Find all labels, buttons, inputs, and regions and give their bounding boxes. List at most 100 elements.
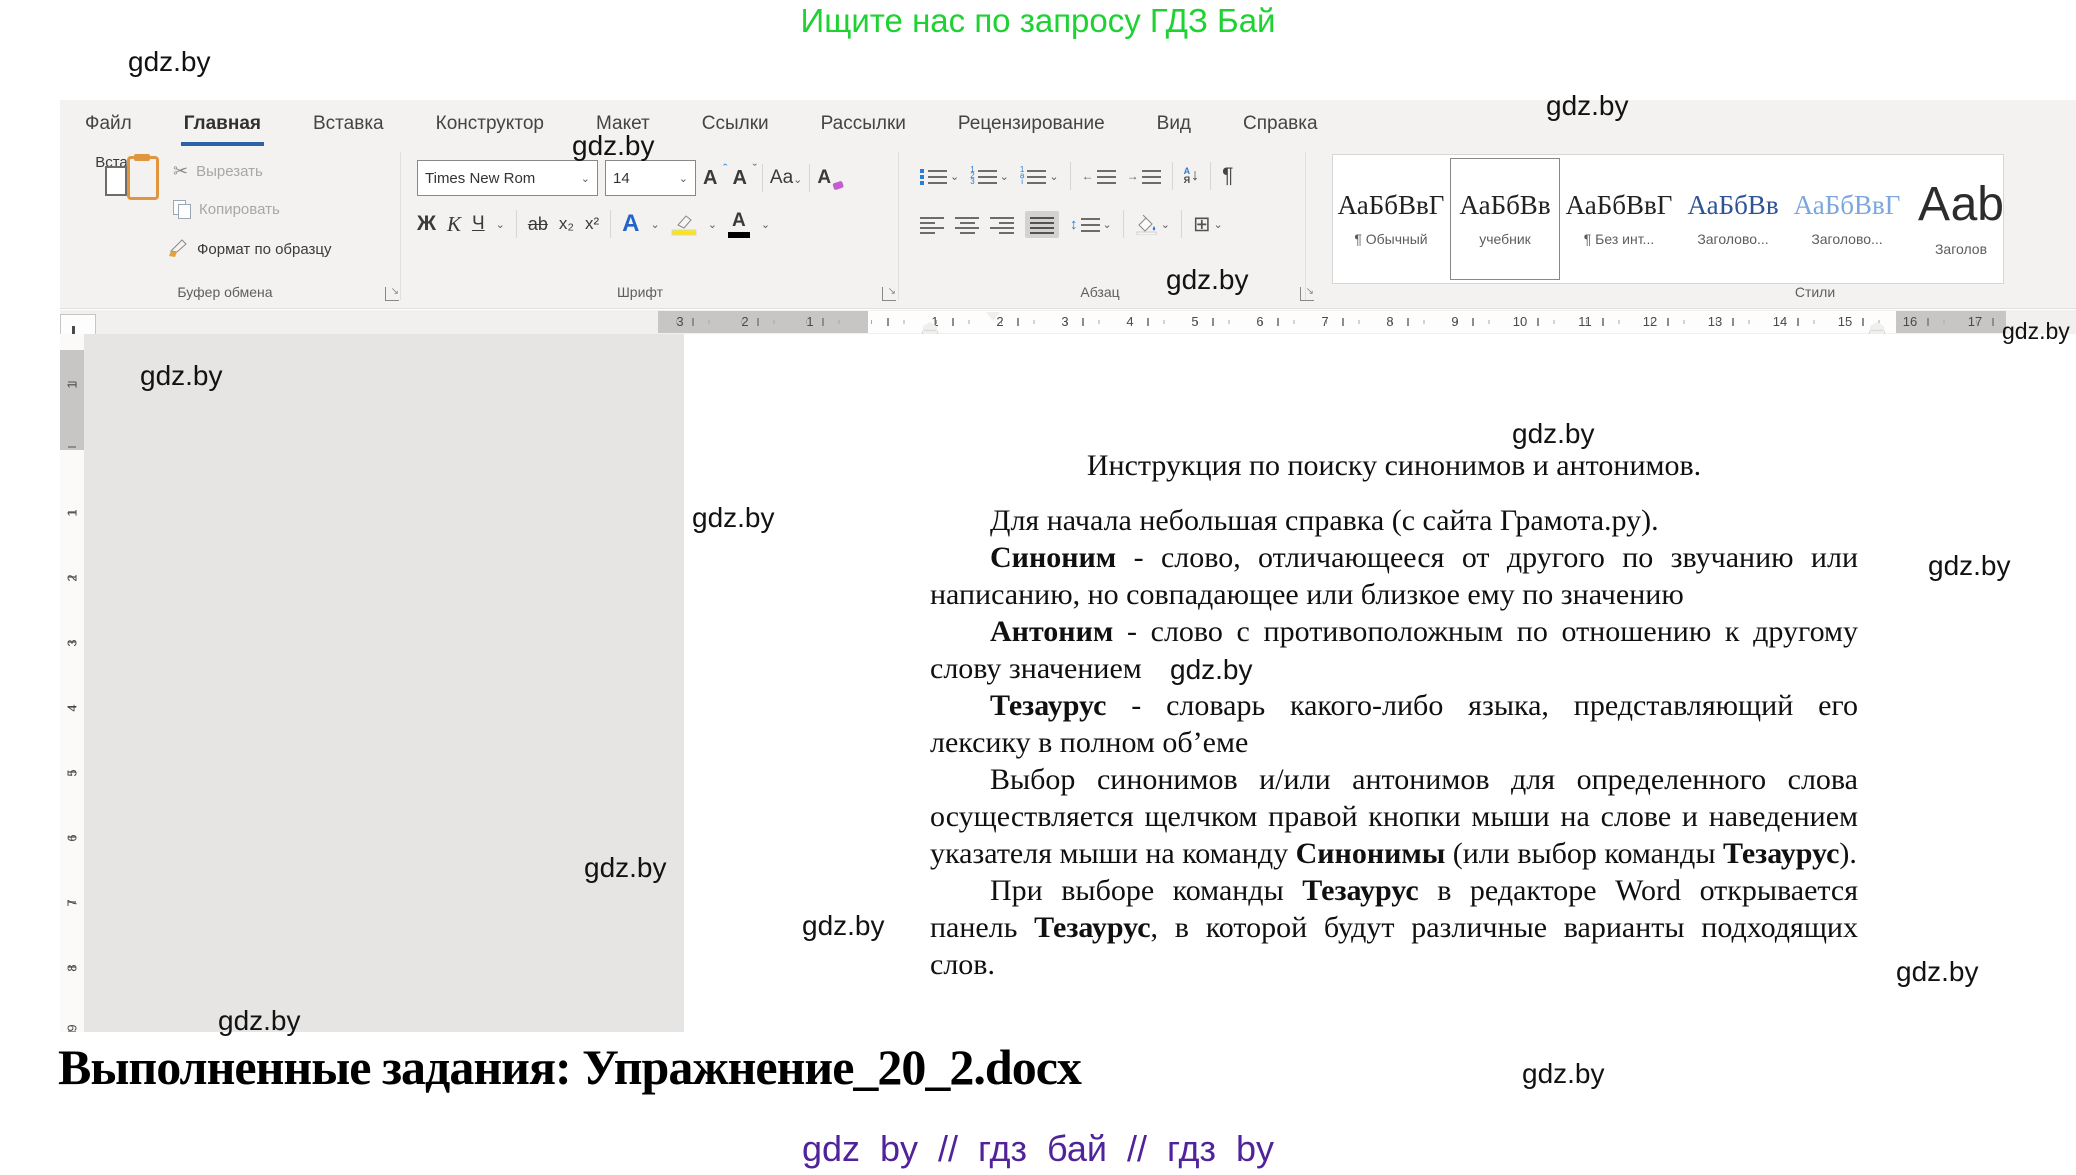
chevron-down-icon[interactable]: ⌄ (1000, 170, 1009, 183)
borders-button[interactable]: ⊞ ⌄ (1193, 212, 1223, 237)
ruler-number: 7 (65, 899, 80, 906)
style-item[interactable]: АаБбВв Заголово... (1677, 157, 1789, 281)
chevron-down-icon[interactable]: ⌄ (1103, 218, 1112, 231)
divider (1172, 162, 1173, 190)
shading-button[interactable]: ⌄ (1135, 214, 1170, 235)
font-color-swatch (728, 232, 750, 238)
style-item[interactable]: АаБбВвГ ¶ Без инт... (1563, 157, 1675, 281)
decrease-indent-button[interactable]: ← (1082, 168, 1116, 185)
document-title[interactable]: Инструкция по поиску синонимов и антоним… (930, 447, 1858, 484)
paragraph[interactable]: При выборе команды Тезаурус в редакторе … (930, 872, 1858, 983)
style-item[interactable]: Ааb Заголов (1905, 157, 2004, 281)
chevron-down-icon[interactable]: ⌄ (761, 218, 770, 231)
style-item[interactable]: АаБбВвГ ¶ Обычный (1335, 157, 1447, 281)
numbered-list-button[interactable]: 123 ⌄ (970, 167, 1009, 185)
ruler-number: 17 (1968, 310, 1982, 334)
underline-button[interactable]: Ч (472, 213, 485, 235)
ribbon-tab-label: Вид (1157, 113, 1191, 135)
align-left-button[interactable] (920, 215, 944, 234)
bullet-list-icon (928, 168, 947, 185)
ruler-number: 1 (806, 310, 813, 334)
paragraph[interactable]: Тезаурус - словарь какого-либо языка, пр… (930, 687, 1858, 761)
subscript-button[interactable]: x₂ (559, 214, 574, 234)
word-ribbon: Файл Главная Вставка Конструктор Макет С… (60, 100, 2076, 309)
font-size-combobox[interactable]: 14 ⌄ (605, 160, 696, 196)
watermark: gdz.by (802, 910, 885, 942)
justify-icon (1030, 215, 1054, 234)
bullet-list-button[interactable]: ⌄ (920, 168, 959, 185)
text-segment: Антоним (990, 615, 1113, 648)
cut-button[interactable]: ✂ Вырезать (173, 158, 263, 184)
ribbon-tab[interactable]: Файл (82, 100, 135, 148)
font-color-button[interactable]: А (728, 211, 750, 238)
superscript-button[interactable]: x² (585, 214, 599, 234)
italic-button[interactable]: К (447, 212, 461, 237)
line-spacing-button[interactable]: ↕ ⌄ (1070, 216, 1112, 233)
clear-formatting-button[interactable]: A (817, 167, 841, 189)
change-case-button[interactable]: Aa⌄ (770, 167, 802, 189)
dialog-launcher-icon[interactable]: ↘ (385, 287, 399, 301)
copy-button[interactable]: Копировать (173, 196, 280, 222)
chevron-down-icon[interactable]: ⌄ (1161, 218, 1170, 231)
chevron-down-icon[interactable]: ⌄ (1049, 170, 1058, 183)
watermark: gdz.by (1546, 90, 1629, 122)
ribbon-tab[interactable]: Справка (1240, 100, 1321, 148)
document-text[interactable]: Инструкция по поиску синонимов и антоним… (930, 447, 1858, 983)
watermark: gdz.by (218, 1005, 301, 1037)
align-right-button[interactable] (990, 215, 1014, 234)
ribbon-tab[interactable]: Главная (181, 100, 264, 148)
ribbon-tab[interactable]: Рецензирование (955, 100, 1108, 148)
style-item[interactable]: АаБбВвГ Заголово... (1791, 157, 1903, 281)
font-name-combobox[interactable]: Times New Rom ⌄ (417, 160, 598, 196)
style-item[interactable]: АаБбВв учебник (1449, 157, 1561, 281)
ruler-number: 3 (1061, 310, 1068, 334)
ruler-number: 9 (65, 1024, 80, 1031)
chevron-down-icon[interactable]: ⌄ (496, 218, 505, 231)
chevron-down-icon[interactable]: ⌄ (650, 218, 659, 231)
ruler-number: 9 (1451, 310, 1458, 334)
dialog-launcher-icon[interactable]: ↘ (882, 287, 896, 301)
ribbon-tab[interactable]: Вид (1154, 100, 1194, 148)
chevron-down-icon[interactable]: ⌄ (950, 170, 959, 183)
format-painter-button[interactable]: Формат по образцу (167, 236, 332, 262)
format-painter-label: Формат по образцу (197, 241, 332, 258)
ruler-number: 10 (1513, 310, 1527, 334)
grow-font-button[interactable]: Aˆ (703, 167, 725, 190)
paragraph[interactable]: Синоним - слово, отличающееся от другого… (930, 539, 1858, 613)
ribbon-tab[interactable]: Вставка (310, 100, 387, 148)
ribbon-tab[interactable]: Конструктор (433, 100, 547, 148)
sort-button[interactable]: АЯ ↓ (1184, 167, 1200, 185)
paste-button[interactable]: Вставить ⌄ (87, 154, 167, 187)
copy-icon (173, 200, 191, 218)
vertical-ruler: 1123456789 (60, 0, 84, 1175)
strikethrough-button[interactable]: ab (528, 214, 548, 235)
highlight-color-button[interactable] (671, 213, 697, 236)
group-divider (400, 152, 401, 300)
shrink-font-button[interactable]: Aˇ (732, 167, 754, 190)
ribbon-tab[interactable]: Рассылки (818, 100, 909, 148)
decrease-indent-icon (1097, 168, 1116, 185)
align-center-button[interactable] (955, 215, 979, 234)
ruler-number: 2 (65, 574, 80, 581)
paint-bucket-icon (1135, 214, 1158, 235)
show-paragraph-marks-button[interactable]: ¶ (1222, 164, 1233, 188)
watermark: gdz.by (1928, 550, 2011, 582)
group-divider (1305, 152, 1306, 300)
multilevel-list-button[interactable]: 1ai ⌄ (1020, 167, 1059, 185)
text-effects-button[interactable]: А (622, 210, 639, 238)
chevron-down-icon[interactable]: ⌄ (708, 218, 717, 231)
dialog-launcher-icon[interactable]: ↘ (1300, 287, 1314, 301)
ruler-number: 14 (1773, 310, 1787, 334)
ribbon-tab[interactable]: Ссылки (699, 100, 772, 148)
increase-indent-button[interactable]: → (1127, 168, 1161, 185)
watermark: gdz.by (1522, 1058, 1605, 1090)
chevron-down-icon[interactable]: ⌄ (1214, 218, 1223, 231)
paragraph[interactable]: Для начала небольшая справка (с сайта Гр… (930, 502, 1858, 539)
ribbon-tab-label: Рассылки (821, 113, 906, 135)
justify-button-selected[interactable] (1025, 211, 1059, 238)
divider (1123, 210, 1124, 238)
paragraph[interactable]: Антоним - слово с противоположным по отн… (930, 613, 1858, 687)
text-segment: Тезаурус (1034, 911, 1150, 944)
bold-button[interactable]: Ж (417, 212, 436, 236)
paragraph[interactable]: Выбор синонимов и/или антонимов для опре… (930, 761, 1858, 872)
